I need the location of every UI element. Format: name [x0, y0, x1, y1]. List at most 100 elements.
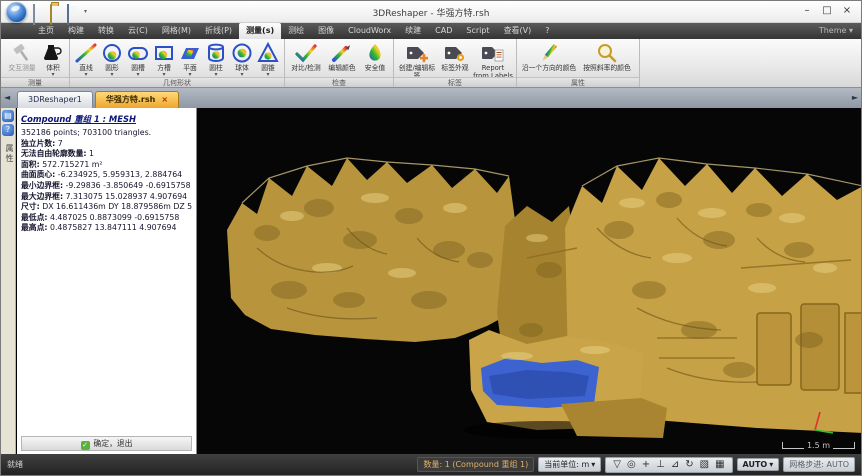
panel-icon[interactable]: ▤ — [2, 110, 14, 122]
auto-mode-dropdown[interactable]: AUTO▾ — [737, 458, 780, 471]
tab-scroll-left-icon[interactable]: ◄ — [4, 93, 10, 102]
line-shape-icon — [74, 41, 98, 64]
color-by-slope-button[interactable]: 按照斜率的颜色 — [578, 40, 636, 72]
menu-tab-cloudworx[interactable]: CloudWorx — [341, 23, 398, 39]
sphere-shape-icon — [230, 41, 254, 64]
clipping-plane-icon[interactable]: ▽ — [611, 459, 623, 471]
property-line: 尺寸: DX 16.611436m DY 18.879586m DZ 5.599… — [21, 202, 193, 213]
rainbow-check-icon — [294, 41, 318, 64]
property-line: 面积: 572.715271 m² — [21, 160, 193, 171]
orientation-axes-icon — [809, 408, 835, 434]
edit-colors-button[interactable]: 编辑颜色 — [324, 40, 360, 72]
group-label-labels: 标签 — [394, 77, 516, 87]
property-line: 独立片数: 7 — [21, 139, 193, 150]
properties-panel: Compound 重组 1 : MESH 352186 points; 7031… — [17, 108, 197, 456]
property-line: 最低点: 4.487025 0.8873099 -0.6915758 — [21, 213, 193, 224]
menu-tab-measure[interactable]: 测量(s) — [239, 23, 281, 39]
chevron-down-icon: ▾ — [849, 26, 853, 35]
axis-rotate-icon[interactable]: ⊿ — [669, 459, 681, 471]
tab-scroll-right-icon[interactable]: ► — [852, 93, 858, 102]
property-line: 最大边界框: 7.313075 15.028937 4.907694 — [21, 192, 193, 203]
magnifier-icon — [595, 41, 619, 64]
close-button[interactable]: × — [837, 3, 857, 19]
chevron-down-icon: ▾ — [591, 460, 595, 469]
interactive-measure-button[interactable]: 交互测量 — [4, 40, 40, 72]
selection-info: 数量: 1 (Compound 重组 1) — [417, 457, 534, 472]
properties-dock-tab[interactable]: 属性 — [4, 144, 15, 164]
menu-tab-images[interactable]: 图像 — [311, 23, 341, 39]
unit-selector[interactable]: 当前单位: m▾ — [538, 457, 601, 472]
circle-button[interactable]: 圆形 ▾ — [99, 40, 125, 78]
label-appearance-button[interactable]: 标签外观 — [437, 40, 473, 72]
viewport-3d[interactable]: 1.5 m — [197, 108, 862, 456]
ribbon-group-shapes: 直线 ▾ 圆形 ▾ 圆槽 ▾ 方槽 — [70, 39, 285, 87]
report-from-labels-button[interactable]: Report from Labels — [473, 40, 513, 80]
theme-selector[interactable]: Theme ▾ — [819, 23, 861, 39]
ribbon-group-inspect: 对比/检测 编辑颜色 安全值 检查 — [285, 39, 394, 87]
maximize-button[interactable]: □ — [817, 3, 837, 19]
menu-tab-script[interactable]: Script — [459, 23, 496, 39]
left-dock-strip: ▤ ? 属性 — [1, 108, 16, 456]
scale-bar-label: 1.5 m — [807, 441, 830, 450]
menu-tab-extra[interactable]: 续建 — [398, 23, 428, 39]
compare-inspect-button[interactable]: 对比/检测 — [288, 40, 324, 72]
sphere-button[interactable]: 球体 ▾ — [229, 40, 255, 78]
confirm-exit-button[interactable]: ✓确定，退出 — [21, 436, 192, 451]
rainbow-drop-icon — [363, 41, 387, 64]
cone-button[interactable]: 圆锥 ▾ — [255, 40, 281, 78]
group-label-feature: 属性 — [517, 77, 639, 87]
doc-tab-3dreshaper1[interactable]: 3DReshaper1 — [17, 91, 93, 108]
group-label-measure: 测量 — [1, 77, 69, 87]
cylinder-button[interactable]: 圆柱 ▾ — [203, 40, 229, 78]
gavel-icon — [10, 41, 34, 64]
status-ready-text: 就绪 — [7, 459, 23, 470]
property-line: 最小边界框: -9.29836 -3.850649 -0.6915758 — [21, 181, 193, 192]
window-title: 3DReshaper - 华强方特.rsh — [1, 6, 861, 19]
menu-tab-construct[interactable]: 构建 — [61, 23, 91, 39]
rotation-center-icon[interactable]: + — [640, 459, 652, 471]
create-edit-labels-button[interactable]: 创建/编辑标签 — [397, 40, 437, 80]
menu-tab-survey[interactable]: 测绘 — [281, 23, 311, 39]
orbit-icon[interactable]: ↻ — [683, 459, 695, 471]
menu-tab-polylines[interactable]: 折线(P) — [198, 23, 239, 39]
view-tools-cluster: ▽ ◎ + ⊥ ⊿ ↻ ▧ ▦ — [605, 457, 732, 473]
safety-value-button[interactable]: 安全值 — [360, 40, 390, 72]
ribbon-tab-bar: 主页 构建 转换 云(C) 网格(M) 折线(P) 测量(s) 测绘 图像 Cl… — [1, 23, 861, 39]
close-tab-icon[interactable]: × — [161, 95, 168, 104]
help-icon[interactable]: ? — [2, 124, 14, 136]
menu-tab-clouds[interactable]: 云(C) — [121, 23, 155, 39]
menu-tab-help[interactable]: ? — [538, 23, 556, 39]
property-line: 352186 points; 703100 triangles. — [21, 128, 193, 139]
grid-icon[interactable]: ▦ — [713, 459, 726, 471]
menu-tab-meshes[interactable]: 网格(M) — [155, 23, 198, 39]
cone-shape-icon — [256, 41, 280, 64]
tag-report-icon — [481, 41, 505, 64]
doc-tab-huaqiangfangte[interactable]: 华强方特.rsh× — [95, 91, 179, 108]
rainbow-brush-icon — [330, 41, 354, 64]
menu-tab-view[interactable]: 查看(V) — [497, 23, 539, 39]
beaker-icon — [41, 41, 65, 64]
axis-z-icon[interactable]: ⊥ — [654, 459, 667, 471]
minimize-button[interactable]: – — [797, 3, 817, 19]
green-check-icon: ✓ — [81, 441, 90, 450]
tag-plus-icon — [405, 41, 429, 64]
magnifier-icon[interactable]: ◎ — [625, 459, 638, 471]
app-logo-icon[interactable] — [6, 2, 27, 23]
rect-slot-button[interactable]: 方槽 ▾ — [151, 40, 177, 78]
plane-button[interactable]: 平面 ▾ — [177, 40, 203, 78]
selection-box-icon[interactable]: ▧ — [698, 459, 711, 471]
grid-step-indicator[interactable]: 网格步进: AUTO — [783, 457, 855, 472]
circle-shape-icon — [100, 41, 124, 64]
menu-tab-home[interactable]: 主页 — [31, 23, 61, 39]
menu-tab-transform[interactable]: 转换 — [91, 23, 121, 39]
color-along-direction-button[interactable]: 沿一个方向的颜色 — [520, 40, 578, 72]
ribbon-group-feature: 沿一个方向的颜色 按照斜率的颜色 属性 — [517, 39, 640, 87]
menu-tab-cad[interactable]: CAD — [428, 23, 459, 39]
status-bar: 就绪 数量: 1 (Compound 重组 1) 当前单位: m▾ ▽ ◎ + … — [1, 454, 861, 475]
line-button[interactable]: 直线 ▾ — [73, 40, 99, 78]
volume-button[interactable]: 体积 ▾ — [40, 40, 66, 78]
scale-bar: 1.5 m — [782, 441, 855, 450]
round-slot-button[interactable]: 圆槽 ▾ — [125, 40, 151, 78]
title-bar: ▾ 3DReshaper - 华强方特.rsh – □ × — [1, 1, 861, 23]
chevron-down-icon: ▾ — [769, 460, 773, 469]
